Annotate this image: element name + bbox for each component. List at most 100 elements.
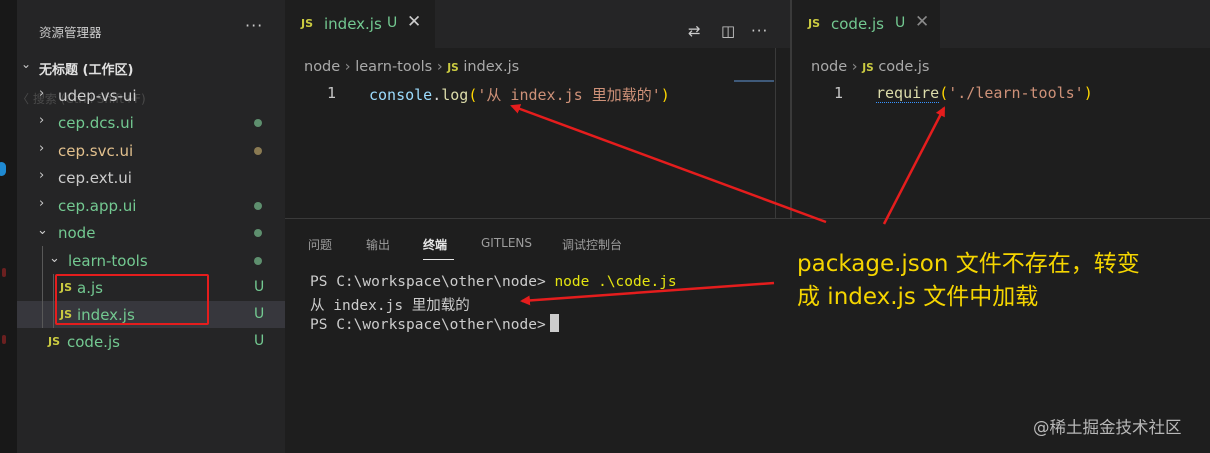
- scrollbar-track[interactable]: [775, 48, 776, 218]
- breadcrumb: node › learn-tools › JS index.js: [304, 59, 520, 75]
- tab-label: index.js: [324, 15, 382, 33]
- tree-item-cep-ext-ui[interactable]: › cep.ext.ui: [17, 164, 285, 191]
- chevron-down-icon: ⌄: [37, 223, 48, 238]
- tree-item-label: cep.dcs.ui: [58, 114, 134, 132]
- git-status-dot: [254, 257, 262, 265]
- chevron-down-icon: ⌄: [21, 57, 32, 71]
- notification-dot[interactable]: [0, 162, 6, 176]
- git-status-badge: U: [254, 306, 265, 322]
- chevron-right-icon: ›: [39, 141, 45, 156]
- editor-group-left: JS index.js U ✕ ⇄ ◫ ··· node › learn-too…: [285, 0, 790, 218]
- tab-problems[interactable]: 问题: [308, 236, 332, 253]
- chevron-down-icon: ⌄: [49, 251, 60, 266]
- code-line[interactable]: console.log('从 index.js 里加载的'): [369, 84, 670, 105]
- marker: [2, 268, 6, 277]
- code-line[interactable]: require('./learn-tools'): [876, 84, 1093, 103]
- workspace-title: 无标题 (工作区): [39, 63, 134, 78]
- code-token: (: [939, 84, 949, 102]
- close-icon[interactable]: ✕: [915, 12, 929, 32]
- tree-item-cep-svc-ui[interactable]: › cep.svc.ui: [17, 137, 285, 164]
- editor-group-right: JS code.js U ✕ node › JS code.js 1 requi…: [792, 0, 1210, 218]
- explorer-title: 资源管理器: [39, 25, 102, 40]
- indent-guide: [42, 246, 43, 328]
- tab-output[interactable]: 输出: [366, 236, 390, 253]
- marker: [2, 335, 6, 344]
- git-status-dot: [254, 229, 262, 237]
- tree-item-learn-tools[interactable]: ⌄ learn-tools: [17, 247, 285, 274]
- js-file-icon: JS: [808, 17, 821, 30]
- more-actions-button[interactable]: ···: [245, 16, 263, 35]
- breadcrumb-item[interactable]: node: [811, 59, 847, 75]
- terminal-output[interactable]: 从 index.js 里加载的: [310, 294, 470, 315]
- breadcrumb-item[interactable]: index.js: [463, 59, 519, 75]
- tree-item-label: cep.app.ui: [58, 197, 137, 215]
- explorer-sidebar: 资源管理器 ··· ⌄ 无标题 (工作区) 〈 搜索 (Ctrl+Shift+F…: [17, 0, 285, 453]
- tab-index-js[interactable]: JS index.js U ✕: [285, 0, 435, 48]
- tab-debug-console[interactable]: 调试控制台: [562, 236, 622, 253]
- chevron-right-icon: ›: [39, 196, 45, 211]
- annotation-text: package.json 文件不存在，转变 成 index.js 文件中加载: [797, 248, 1140, 314]
- tree-item-label: node: [58, 224, 96, 242]
- tab-bar: JS index.js U ✕ ⇄ ◫ ···: [285, 0, 790, 48]
- breadcrumb-item[interactable]: node: [304, 59, 340, 75]
- tab-code-js[interactable]: JS code.js U ✕: [792, 0, 940, 48]
- tree-item-label: learn-tools: [68, 252, 148, 270]
- tree-item-cep-dcs-ui[interactable]: › cep.dcs.ui: [17, 109, 285, 136]
- more-actions-button[interactable]: ···: [751, 22, 768, 40]
- tab-gitlens[interactable]: GITLENS: [481, 236, 532, 250]
- code-token: .: [432, 86, 442, 104]
- tree-item-node[interactable]: ⌄ node: [17, 219, 285, 246]
- code-token: console: [369, 86, 433, 104]
- tree-item-label: cep.ext.ui: [58, 169, 132, 187]
- activity-bar-edge: [0, 0, 17, 453]
- git-status-badge: U: [254, 279, 265, 295]
- split-editor-icon[interactable]: ◫: [721, 22, 735, 40]
- minimap-line: [734, 80, 774, 82]
- chevron-right-icon: ›: [39, 113, 45, 128]
- breadcrumb-item[interactable]: learn-tools: [355, 59, 432, 75]
- compare-changes-icon[interactable]: ⇄: [688, 22, 701, 40]
- breadcrumb: node › JS code.js: [811, 59, 930, 75]
- tree-item-code-js[interactable]: JS code.js U: [17, 328, 285, 355]
- js-file-icon: JS: [48, 335, 61, 348]
- close-icon[interactable]: ✕: [407, 12, 421, 32]
- git-status-badge: U: [254, 333, 265, 349]
- tab-status: U: [387, 15, 398, 31]
- tree-item-label: udep-vs-ui: [58, 87, 137, 105]
- terminal-cursor: [549, 314, 559, 332]
- terminal-prompt: PS C:\workspace\other\node>: [310, 274, 546, 290]
- tree-item-label: cep.svc.ui: [58, 142, 134, 160]
- breadcrumb-item[interactable]: code.js: [878, 59, 929, 75]
- git-status-dot: [254, 147, 262, 155]
- line-number: 1: [327, 84, 337, 102]
- js-file-icon: JS: [447, 62, 459, 74]
- indent-guide: [53, 274, 54, 328]
- git-status-dot: [254, 202, 262, 210]
- terminal-prompt: PS C:\workspace\other\node>: [310, 317, 546, 333]
- watermark: @稀土掘金技术社区: [1033, 418, 1182, 437]
- tab-status: U: [895, 15, 906, 31]
- code-token: ): [1083, 84, 1093, 102]
- terminal-line[interactable]: PS C:\workspace\other\node>: [310, 314, 559, 333]
- code-token: '从 index.js 里加载的': [477, 86, 661, 104]
- terminal-command: node .\code.js: [554, 274, 677, 290]
- code-token: require: [876, 84, 940, 103]
- tree-item-cep-app-ui[interactable]: › cep.app.ui: [17, 192, 285, 219]
- terminal-line[interactable]: PS C:\workspace\other\node> node .\code.…: [310, 274, 677, 290]
- js-file-icon: JS: [862, 62, 874, 74]
- tab-label: code.js: [831, 15, 884, 33]
- tab-bar: JS code.js U ✕: [792, 0, 1210, 48]
- tab-terminal[interactable]: 终端: [423, 236, 447, 253]
- chevron-right-icon: ›: [39, 86, 45, 101]
- chevron-right-icon: ›: [39, 168, 45, 183]
- tree-item-udep-vs-ui[interactable]: › udep-vs-ui: [17, 82, 285, 109]
- code-token: './learn-tools': [948, 84, 1084, 102]
- js-file-icon: JS: [301, 17, 314, 30]
- code-token: log: [441, 86, 469, 104]
- code-token: ): [660, 86, 670, 104]
- tree-item-label: code.js: [67, 333, 120, 351]
- workspace-row[interactable]: ⌄ 无标题 (工作区): [17, 56, 285, 78]
- highlight-box: [55, 274, 209, 325]
- git-status-dot: [254, 119, 262, 127]
- annotation-line: 成 index.js 文件中加载: [797, 284, 1039, 310]
